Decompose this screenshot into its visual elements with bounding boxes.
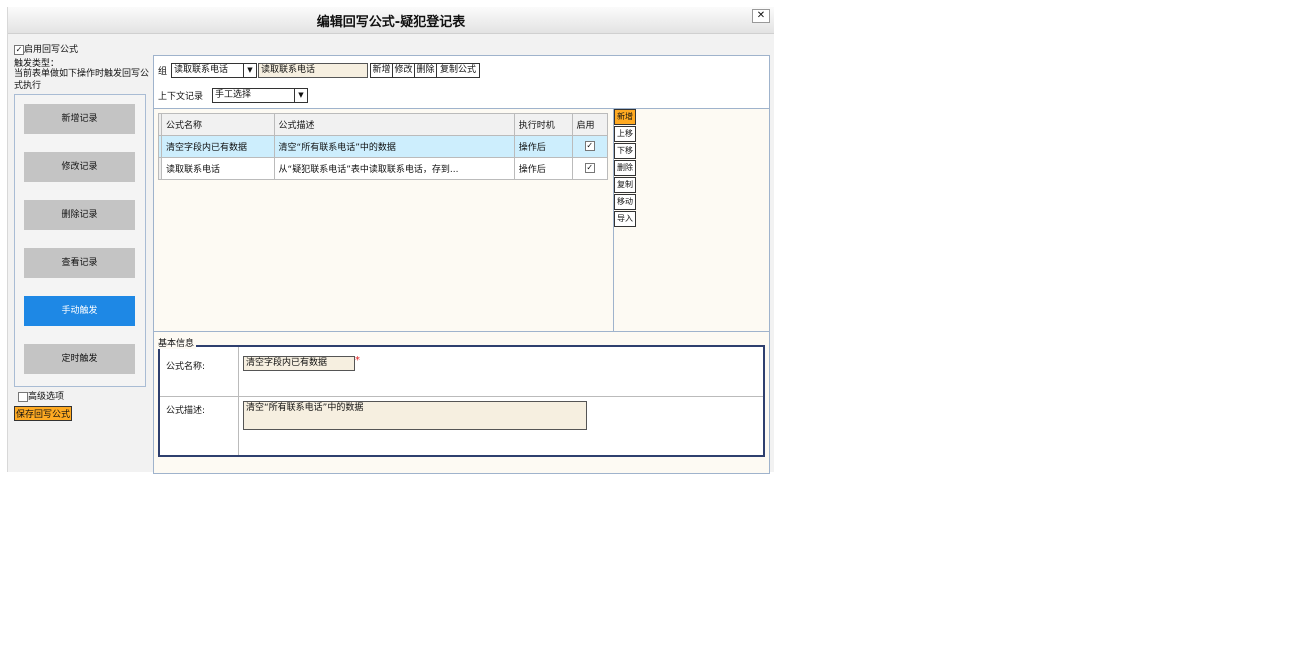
formula-timing-cell[interactable]: 操作后 [513,157,573,180]
group-select-value: 读取联系电话 [174,65,229,75]
group-name-input[interactable]: 读取联系电话 [258,63,368,78]
trigger-panel: 新增记录 修改记录 删除记录 查看记录 手动触发 定时触发 [14,94,146,387]
copy-formula-button[interactable]: 复制公式 [436,63,480,78]
formula-add-button[interactable]: 新增 [614,109,636,125]
formula-import-button[interactable]: 导入 [614,211,636,227]
table-row[interactable]: 读取联系电话 从“疑犯联系电话”表中读取联系电话，存到... 操作后 ✓ [157,157,608,180]
divider [154,331,769,332]
group-delete-button[interactable]: 删除 [414,63,437,78]
close-icon[interactable]: ✕ [752,9,770,23]
formula-desc-cell[interactable]: 清空“所有联系电话”中的数据 [273,135,515,158]
trigger-add-record[interactable]: 新增记录 [24,104,135,134]
column-header[interactable]: 启用 [571,113,608,136]
group-edit-button[interactable]: 修改 [392,63,415,78]
formula-actions: 新增 上移 下移 删除 复制 移动 导入 [614,109,636,228]
trigger-manual[interactable]: 手动触发 [24,296,135,326]
trigger-view-record[interactable]: 查看记录 [24,248,135,278]
advanced-checkbox[interactable] [18,391,28,402]
formula-move-button[interactable]: 移动 [614,194,636,210]
group-add-button[interactable]: 新增 [370,63,393,78]
context-row: 上下文记录 手工选择 ▼ [154,82,769,109]
title-bar: 编辑回写公式-疑犯登记表 ✕ [8,7,774,34]
advanced-label: 高级选项 [28,392,65,402]
group-row: 组 读取联系电话 ▼ 读取联系电话 新增 修改 删除 复制公式 [154,56,769,83]
dialog: 编辑回写公式-疑犯登记表 ✕ ✓ 启用回写公式 触发类型： 当前表单做如下操作时触… [7,7,774,474]
formula-table: 公式名称 公式描述 执行时机 启用 清空字段内已有数据 清空“所有联系电话”中的… [157,113,608,180]
column-header[interactable]: 执行时机 [513,113,573,136]
dialog-title: 编辑回写公式-疑犯登记表 [316,15,466,30]
trigger-delete-record[interactable]: 删除记录 [24,200,135,230]
chevron-down-icon: ▼ [294,89,307,102]
formula-timing-cell[interactable]: 操作后 [513,135,573,158]
column-header[interactable]: 公式名称 [161,113,275,136]
formula-desc-cell[interactable]: 从“疑犯联系电话”表中读取联系电话，存到... [273,157,515,180]
trigger-description: 当前表单做如下操作时触发回写公式执行 [14,69,150,91]
advanced-option-row[interactable]: 高级选项 [18,389,64,402]
formula-desc-textarea[interactable]: 清空“所有联系电话”中的数据 [243,401,587,430]
formula-delete-button[interactable]: 删除 [614,160,636,176]
move-up-button[interactable]: 上移 [614,126,636,142]
move-down-button[interactable]: 下移 [614,143,636,159]
table-header-row: 公式名称 公式描述 执行时机 启用 [157,113,608,136]
group-label: 组 [158,67,168,77]
enable-checkbox[interactable]: ✓ [14,44,24,55]
enable-label: 启用回写公式 [24,45,79,55]
trigger-scheduled[interactable]: 定时触发 [24,344,135,374]
enabled-checkbox[interactable]: ✓ [584,141,595,152]
formula-name-label: 公式名称: [166,362,206,372]
context-select[interactable]: 手工选择 ▼ [212,88,308,103]
column-header[interactable]: 公式描述 [273,113,515,136]
enabled-cell[interactable]: ✓ [571,157,608,180]
context-label: 上下文记录 [158,92,204,102]
enabled-checkbox[interactable]: ✓ [584,163,595,174]
divider [238,347,239,455]
formula-name-input[interactable]: 清空字段内已有数据 [243,356,355,371]
required-mark: * [355,355,360,366]
context-select-value: 手工选择 [215,90,252,100]
basic-info-legend: 基本信息 [158,336,197,349]
main-panel: 组 读取联系电话 ▼ 读取联系电话 新增 修改 删除 复制公式 上下文记录 手工… [153,55,770,474]
enabled-cell[interactable]: ✓ [571,135,608,158]
divider [160,396,763,397]
enable-checkbox-row[interactable]: ✓ 启用回写公式 [14,42,78,55]
group-select[interactable]: 读取联系电话 ▼ [171,63,257,78]
chevron-down-icon: ▼ [243,64,256,77]
formula-desc-label: 公式描述: [166,406,206,416]
save-formula-button[interactable]: 保存回写公式 [14,406,73,421]
basic-info-fieldset: 公式名称: 清空字段内已有数据 * 公式描述: 清空“所有联系电话”中的数据 [158,345,765,457]
formula-name-cell[interactable]: 清空字段内已有数据 [161,135,275,158]
trigger-edit-record[interactable]: 修改记录 [24,152,135,182]
formula-copy-button[interactable]: 复制 [614,177,636,193]
formula-name-cell[interactable]: 读取联系电话 [161,157,275,180]
table-row[interactable]: 清空字段内已有数据 清空“所有联系电话”中的数据 操作后 ✓ [157,135,608,158]
